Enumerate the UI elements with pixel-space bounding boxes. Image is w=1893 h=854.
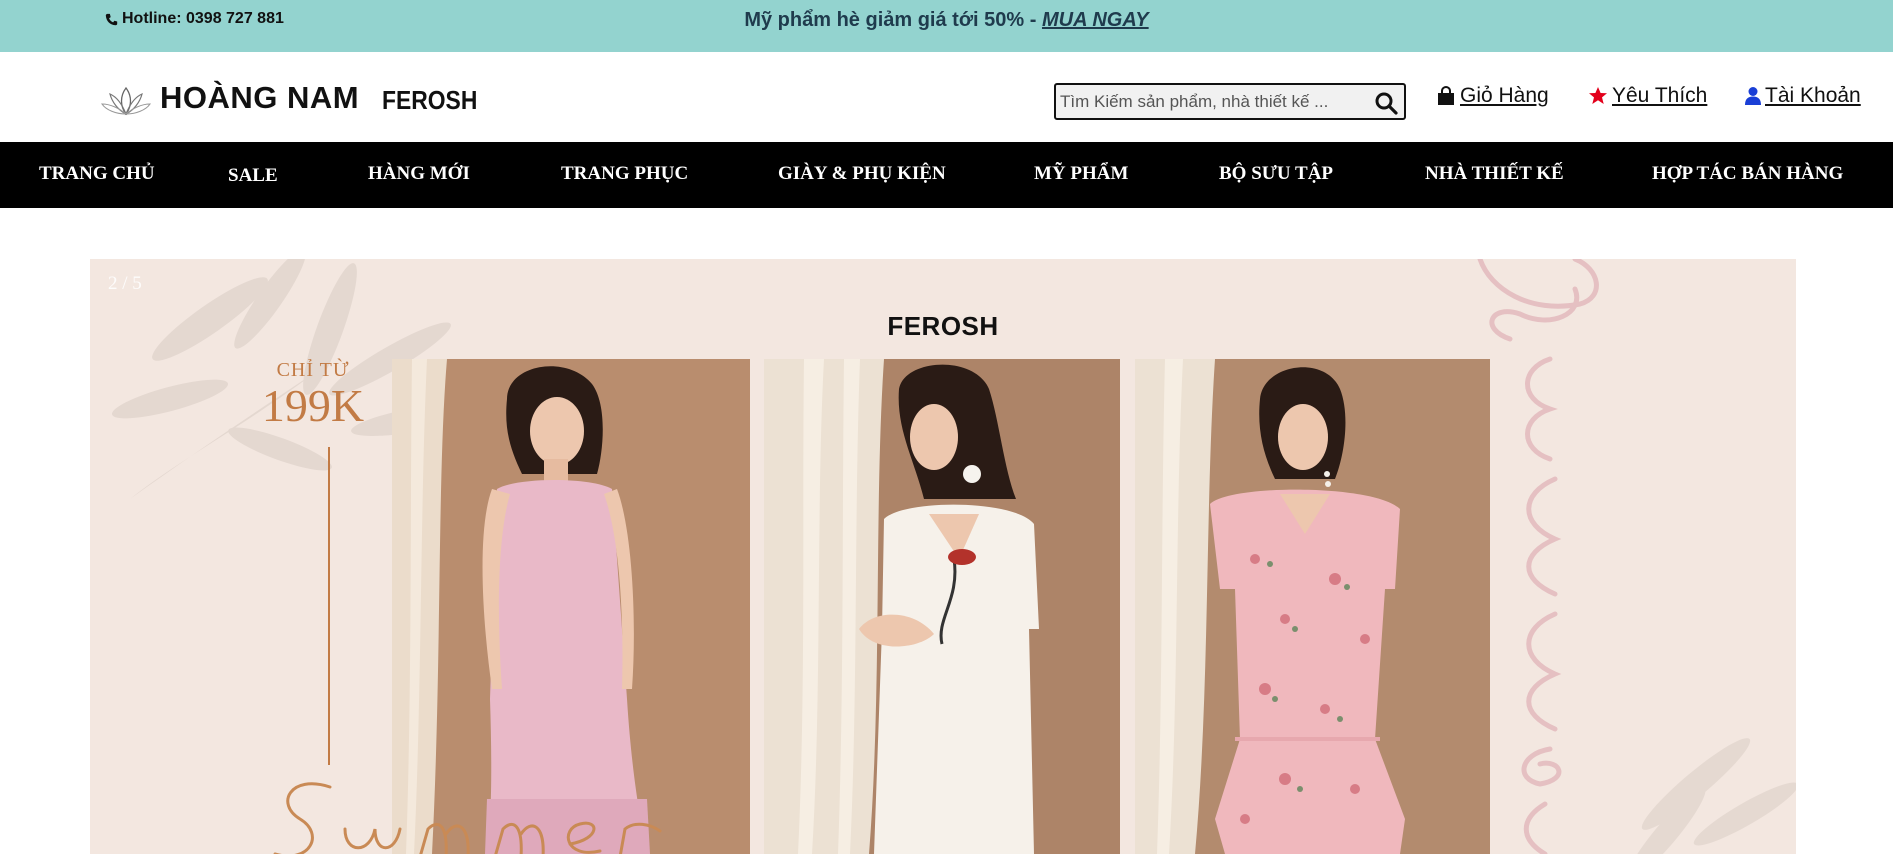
promo-text: Mỹ phẩm hè giảm giá tới 50% - bbox=[744, 9, 1042, 31]
slide-counter: 2 / 5 bbox=[108, 273, 142, 294]
search-icon[interactable] bbox=[1374, 91, 1398, 115]
hero-banner-slide[interactable]: 2 / 5 FEROSH CHỈ TỪ 199K bbox=[90, 259, 1796, 854]
user-icon bbox=[1745, 87, 1761, 105]
search-box bbox=[1054, 83, 1406, 120]
wishlist-label: Yêu Thích bbox=[1612, 84, 1708, 107]
shopping-bag-icon bbox=[1438, 86, 1454, 105]
wishlist-link[interactable]: Yêu Thích bbox=[1588, 84, 1707, 108]
nav-item-shoes-accessories[interactable]: GIÀY & PHỤ KIỆN bbox=[778, 163, 946, 185]
cart-link[interactable]: Giỏ Hàng bbox=[1436, 84, 1549, 108]
search-input[interactable] bbox=[1056, 85, 1366, 118]
account-link[interactable]: Tài Khoản bbox=[1745, 84, 1861, 108]
nav-item-partnership[interactable]: HỢP TÁC BÁN HÀNG bbox=[1652, 163, 1843, 185]
nav-item-collections[interactable]: BỘ SƯU TẬP bbox=[1219, 163, 1333, 185]
nav-item-cosmetics[interactable]: MỸ PHẨM bbox=[1034, 163, 1128, 185]
product-photo-white-lace-dress[interactable] bbox=[764, 359, 1120, 854]
site-header: HOÀNG NAM FEROSH Giỏ Hàng Yêu Thích Tài … bbox=[0, 52, 1893, 142]
account-label: Tài Khoản bbox=[1765, 84, 1861, 107]
brand-name[interactable]: FEROSH bbox=[382, 85, 477, 116]
nav-item-clothing[interactable]: TRANG PHỤC bbox=[561, 163, 688, 185]
summer-vertical-script-decoration bbox=[1477, 259, 1599, 854]
lotus-logo-icon[interactable] bbox=[100, 84, 152, 118]
buy-now-link[interactable]: MUA NGAY bbox=[1042, 9, 1149, 31]
price-value: 199K bbox=[261, 380, 365, 431]
product-photo-floral-dress[interactable] bbox=[1135, 359, 1490, 854]
nav-item-designers[interactable]: NHÀ THIẾT KẾ bbox=[1425, 163, 1564, 185]
nav-item-sale[interactable]: SALE bbox=[228, 165, 278, 187]
summer-script-decoration bbox=[273, 782, 662, 854]
nav-item-new-arrivals[interactable]: HÀNG MỚI bbox=[368, 163, 470, 185]
promo-banner: Mỹ phẩm hè giảm giá tới 50% - MUA NGAY bbox=[0, 9, 1893, 32]
cart-label: Giỏ Hàng bbox=[1460, 84, 1549, 107]
main-nav: TRANG CHỦ SALE HÀNG MỚI TRANG PHỤC GIÀY … bbox=[0, 142, 1893, 208]
star-icon bbox=[1589, 87, 1607, 104]
promo-topbar: Hotline: 0398 727 881 Mỹ phẩm hè giảm gi… bbox=[0, 0, 1893, 52]
store-logo-text[interactable]: HOÀNG NAM bbox=[160, 80, 359, 116]
nav-item-home[interactable]: TRANG CHỦ bbox=[39, 163, 155, 185]
decorative-line bbox=[328, 447, 330, 765]
